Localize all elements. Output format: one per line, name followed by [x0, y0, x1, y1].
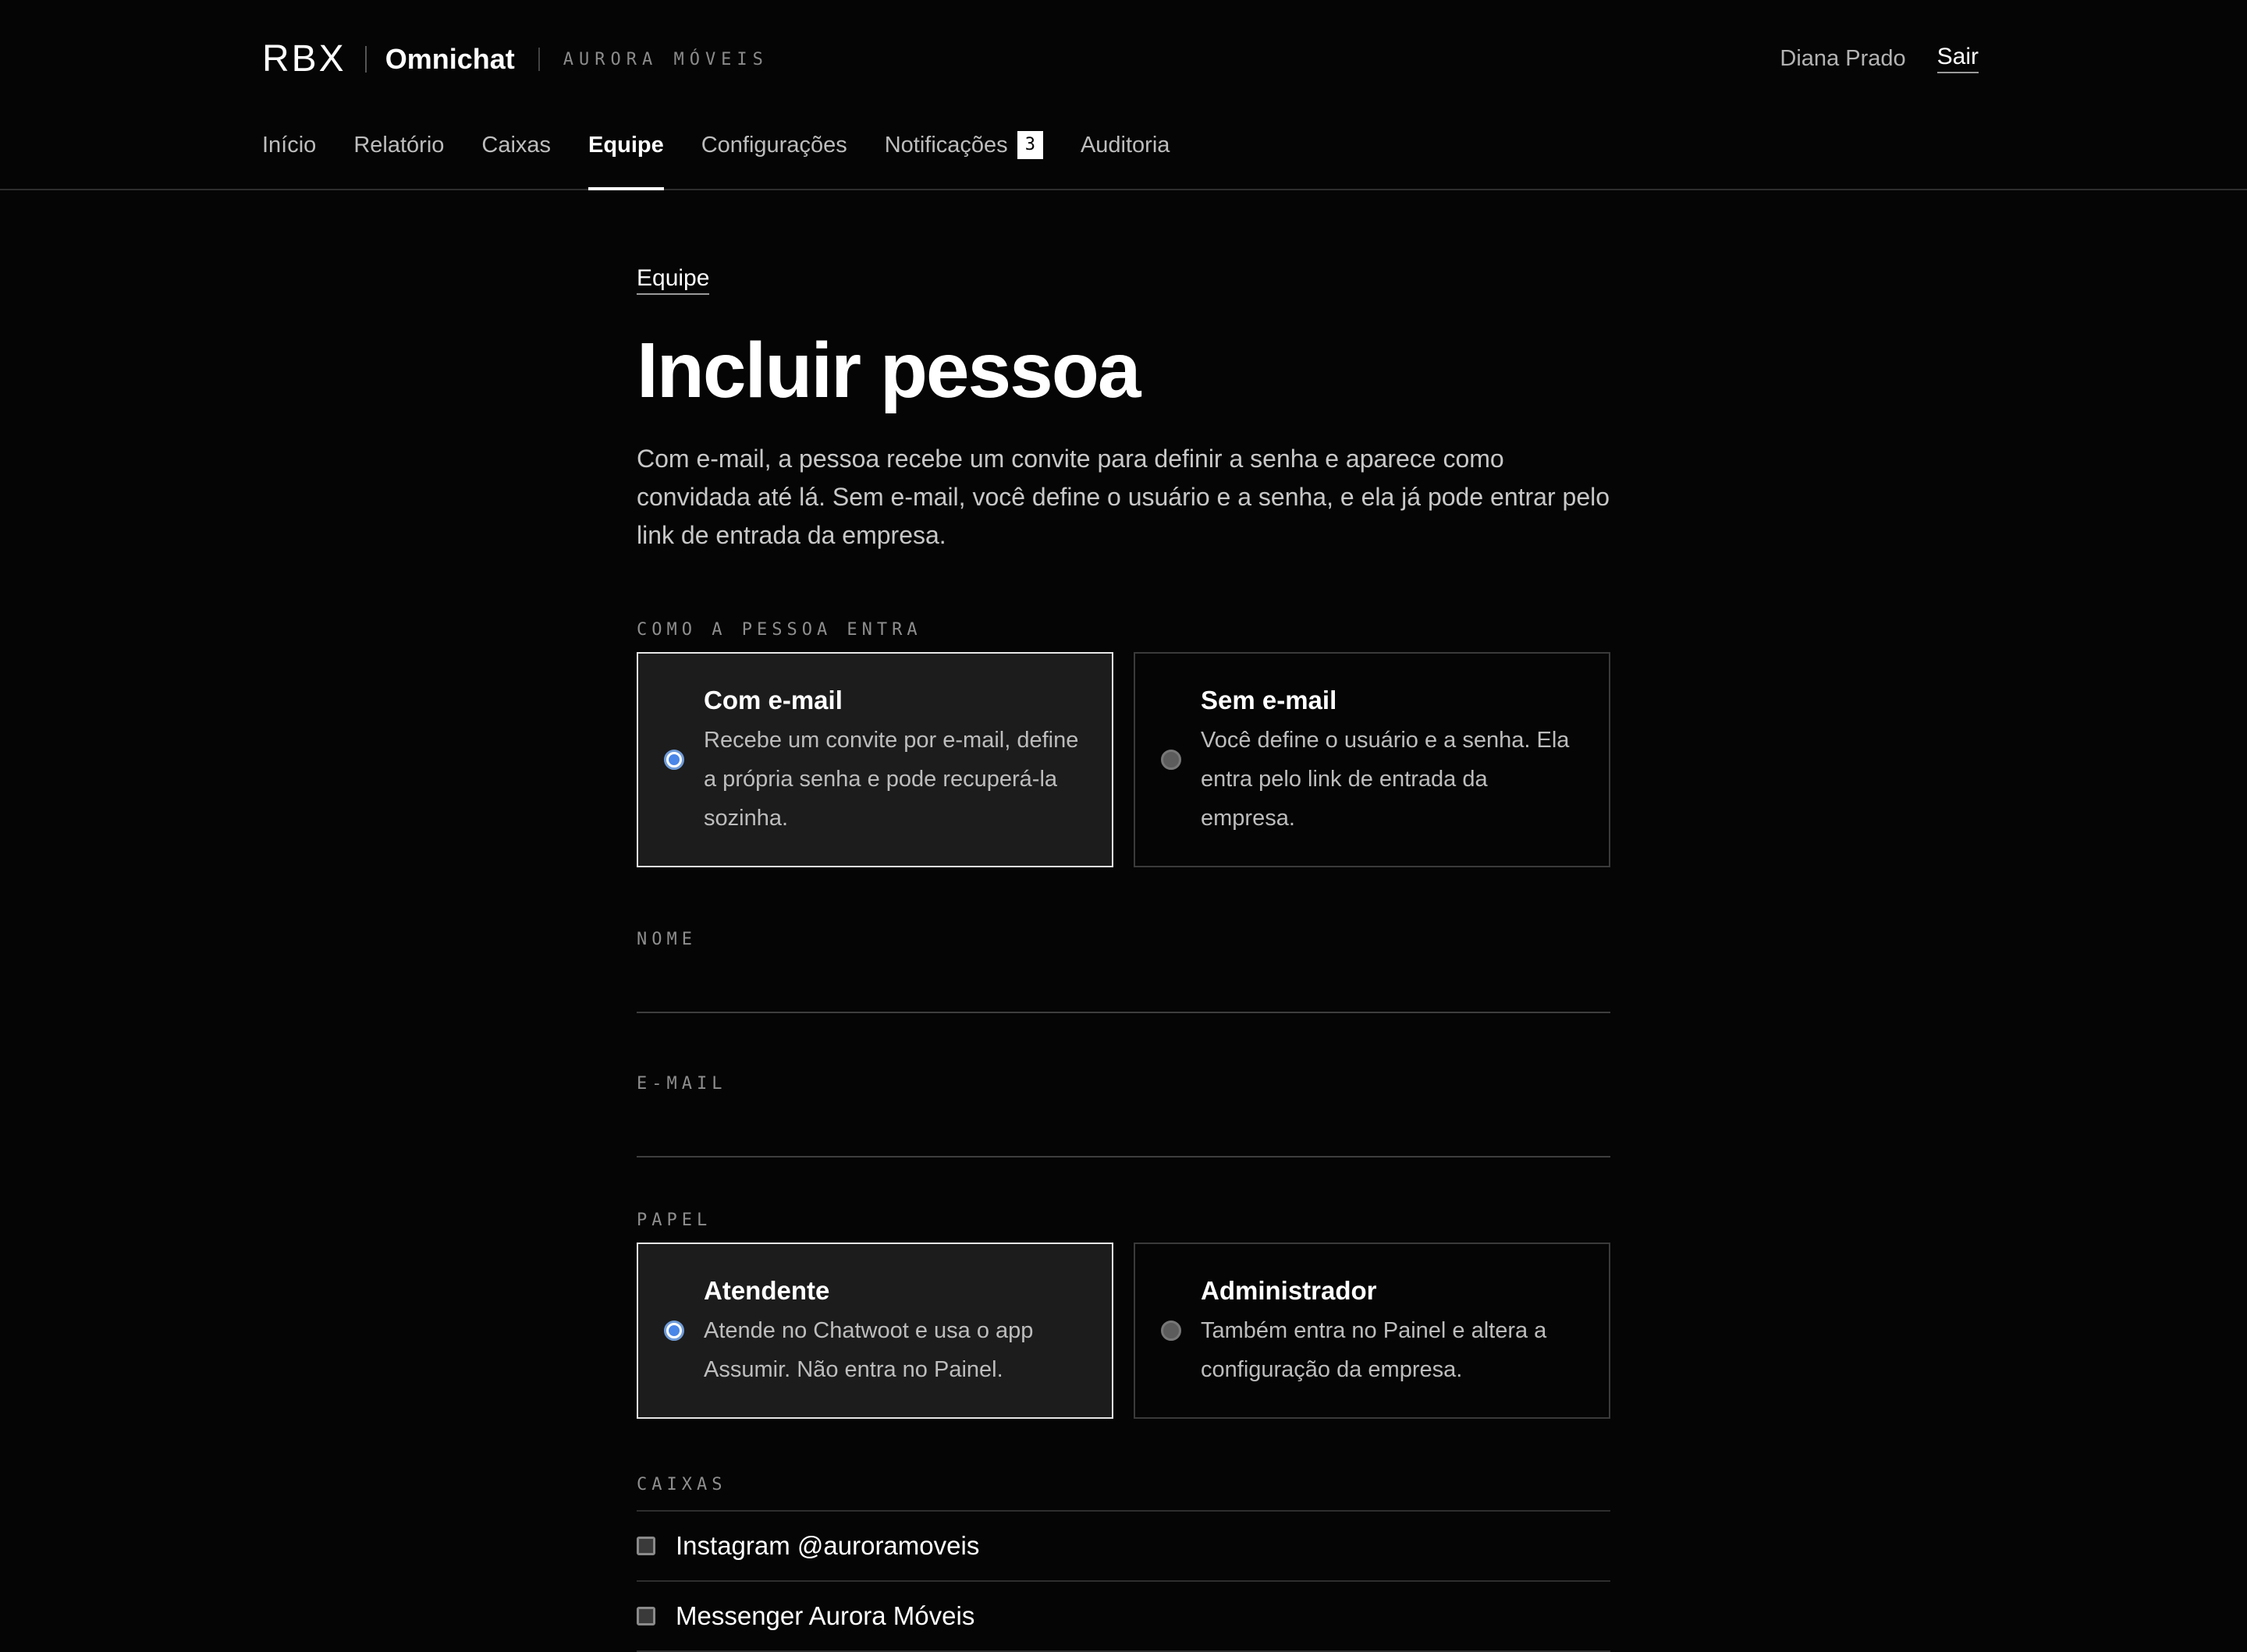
main-content: Equipe Incluir pessoa Com e-mail, a pess…	[637, 265, 1610, 1652]
radio-selected-icon[interactable]	[664, 1321, 684, 1341]
nav-item-label: Configurações	[701, 133, 847, 158]
top-bar: RBX Omnichat AURORA MÓVEIS Diana Prado S…	[0, 0, 2247, 190]
role-options: Atendente Atende no Chatwoot e usa o app…	[637, 1243, 1610, 1419]
nav-item-equipe[interactable]: Equipe	[588, 133, 664, 190]
name-input[interactable]	[637, 959, 1610, 1013]
access-options: Com e-mail Recebe um convite por e-mail,…	[637, 652, 1610, 867]
radio-unselected-icon[interactable]	[1161, 1321, 1181, 1341]
option-title: Administrador	[1201, 1276, 1377, 1305]
inbox-label: Instagram @auroramoveis	[676, 1531, 980, 1560]
breadcrumb-equipe[interactable]: Equipe	[637, 265, 710, 295]
option-description: Você define o usuário e a senha. Ela ent…	[1201, 728, 1570, 831]
access-option-email[interactable]: Com e-mail Recebe um convite por e-mail,…	[637, 652, 1113, 867]
name-field-label: NOME	[637, 930, 697, 949]
logout-link[interactable]: Sair	[1936, 44, 1979, 73]
user-name: Diana Prado	[1780, 45, 1906, 71]
checkbox-icon[interactable]	[637, 1607, 655, 1625]
user-area: Diana Prado Sair	[1780, 44, 1979, 73]
option-title: Sem e-mail	[1201, 686, 1337, 714]
rbx-logo[interactable]: RBX	[262, 41, 346, 78]
role-section-label: PAPEL	[637, 1211, 712, 1230]
nav-item-auditoria[interactable]: Auditoria	[1081, 133, 1170, 189]
radio-selected-icon[interactable]	[664, 750, 684, 770]
nav-item-label: Equipe	[588, 133, 664, 158]
product-name: Omnichat	[385, 43, 515, 75]
nav-item-label: Caixas	[481, 133, 552, 158]
inbox-list: Instagram @auroramoveis Messenger Aurora…	[637, 1510, 1610, 1652]
brand-divider	[364, 46, 367, 73]
inbox-item-messenger[interactable]: Messenger Aurora Móveis	[637, 1582, 1610, 1652]
page-title: Incluir pessoa	[637, 327, 1141, 414]
access-option-no-email[interactable]: Sem e-mail Você define o usuário e a sen…	[1134, 652, 1610, 867]
main-nav: Início Relatório Caixas Equipe Configura…	[262, 131, 1170, 190]
nav-item-caixas[interactable]: Caixas	[481, 133, 551, 189]
role-option-atendente[interactable]: Atendente Atende no Chatwoot e usa o app…	[637, 1243, 1113, 1419]
nav-item-notificacoes[interactable]: Notificações 3	[884, 131, 1043, 189]
option-title: Com e-mail	[704, 686, 843, 714]
checkbox-icon[interactable]	[637, 1537, 655, 1555]
inbox-item-instagram[interactable]: Instagram @auroramoveis	[637, 1512, 1610, 1582]
nav-item-relatorio[interactable]: Relatório	[353, 133, 444, 189]
radio-unselected-icon[interactable]	[1161, 750, 1181, 770]
brand: RBX Omnichat AURORA MÓVEIS	[262, 39, 769, 80]
page-intro: Com e-mail, a pessoa recebe um convite p…	[637, 445, 1610, 549]
access-section-label: COMO A PESSOA ENTRA	[637, 620, 922, 640]
option-description: Atende no Chatwoot e usa o app Assumir. …	[704, 1318, 1034, 1382]
nav-item-configuracoes[interactable]: Configurações	[701, 133, 847, 189]
nav-item-label: Início	[262, 133, 317, 158]
company-divider	[538, 48, 540, 71]
nav-item-label: Notificações	[884, 133, 1008, 158]
company-name: AURORA MÓVEIS	[563, 49, 769, 69]
inboxes-section-label: CAIXAS	[637, 1475, 727, 1494]
email-field-label: E-MAIL	[637, 1074, 727, 1094]
option-description: Recebe um convite por e-mail, define a p…	[704, 728, 1079, 831]
inbox-label: Messenger Aurora Móveis	[676, 1601, 975, 1630]
nav-item-inicio[interactable]: Início	[262, 133, 316, 189]
notification-count-badge: 3	[1017, 131, 1043, 159]
nav-item-label: Relatório	[353, 133, 445, 158]
nav-item-label: Auditoria	[1080, 133, 1170, 158]
role-option-administrador[interactable]: Administrador Também entra no Painel e a…	[1134, 1243, 1610, 1419]
option-title: Atendente	[704, 1276, 830, 1305]
email-input[interactable]	[637, 1103, 1610, 1157]
option-description: Também entra no Painel e altera a config…	[1201, 1318, 1547, 1382]
